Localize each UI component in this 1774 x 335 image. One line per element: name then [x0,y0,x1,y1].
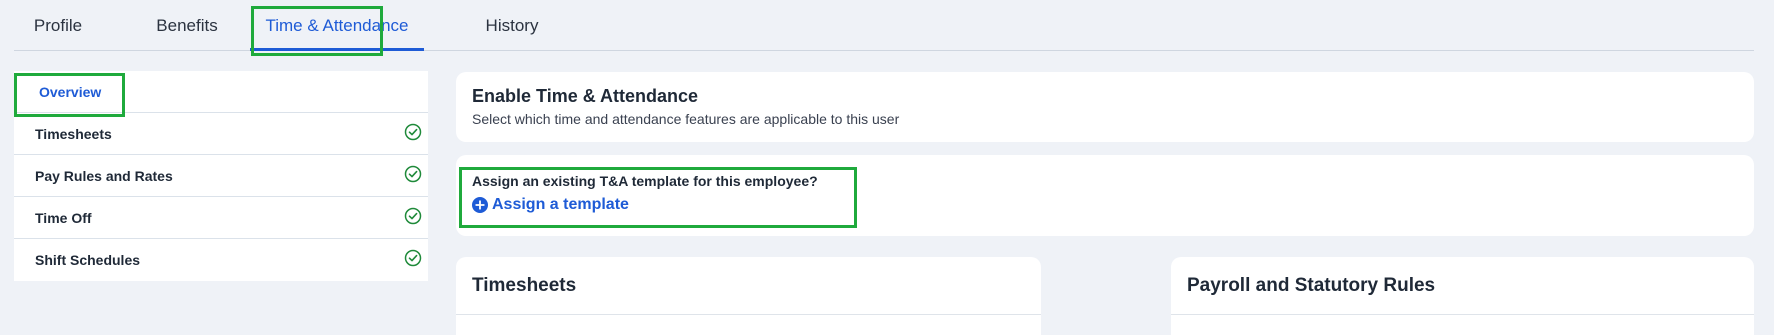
payroll-section-card: Payroll and Statutory Rules [1171,257,1754,335]
sidebar-item-label: Timesheets [35,125,112,142]
check-circle-icon [404,249,422,267]
section-divider [456,314,1041,315]
section-title-timesheets: Timesheets [472,275,577,296]
sidebar-item-label: Shift Schedules [35,252,141,268]
card-title: Enable Time & Attendance [472,86,699,106]
sidebar-item-time-off[interactable]: Time Off [14,197,428,239]
tab-history[interactable]: History [466,0,558,51]
highlight-box-assign [459,167,857,228]
check-circle-icon [404,165,422,183]
section-title-payroll: Payroll and Statutory Rules [1187,275,1436,296]
tab-benefits[interactable]: Benefits [136,0,238,51]
check-circle-icon [404,207,422,225]
sidebar-item-label: Pay Rules and Rates [35,167,173,184]
highlight-box-tab [251,6,383,56]
section-divider [1171,314,1754,315]
highlight-box-overview [14,73,125,117]
enable-time-attendance-card: Enable Time & Attendance Select which ti… [456,72,1754,142]
sidebar-item-pay-rules[interactable]: Pay Rules and Rates [14,155,428,197]
check-circle-icon [404,123,422,141]
sidebar-item-label: Time Off [35,209,92,226]
sidebar-item-shift-schedules[interactable]: Shift Schedules [14,239,428,281]
tab-profile[interactable]: Profile [30,0,86,51]
card-subtitle: Select which time and attendance feature… [472,111,900,127]
timesheets-section-card: Timesheets [456,257,1041,335]
sidebar-item-timesheets[interactable]: Timesheets [14,113,428,155]
